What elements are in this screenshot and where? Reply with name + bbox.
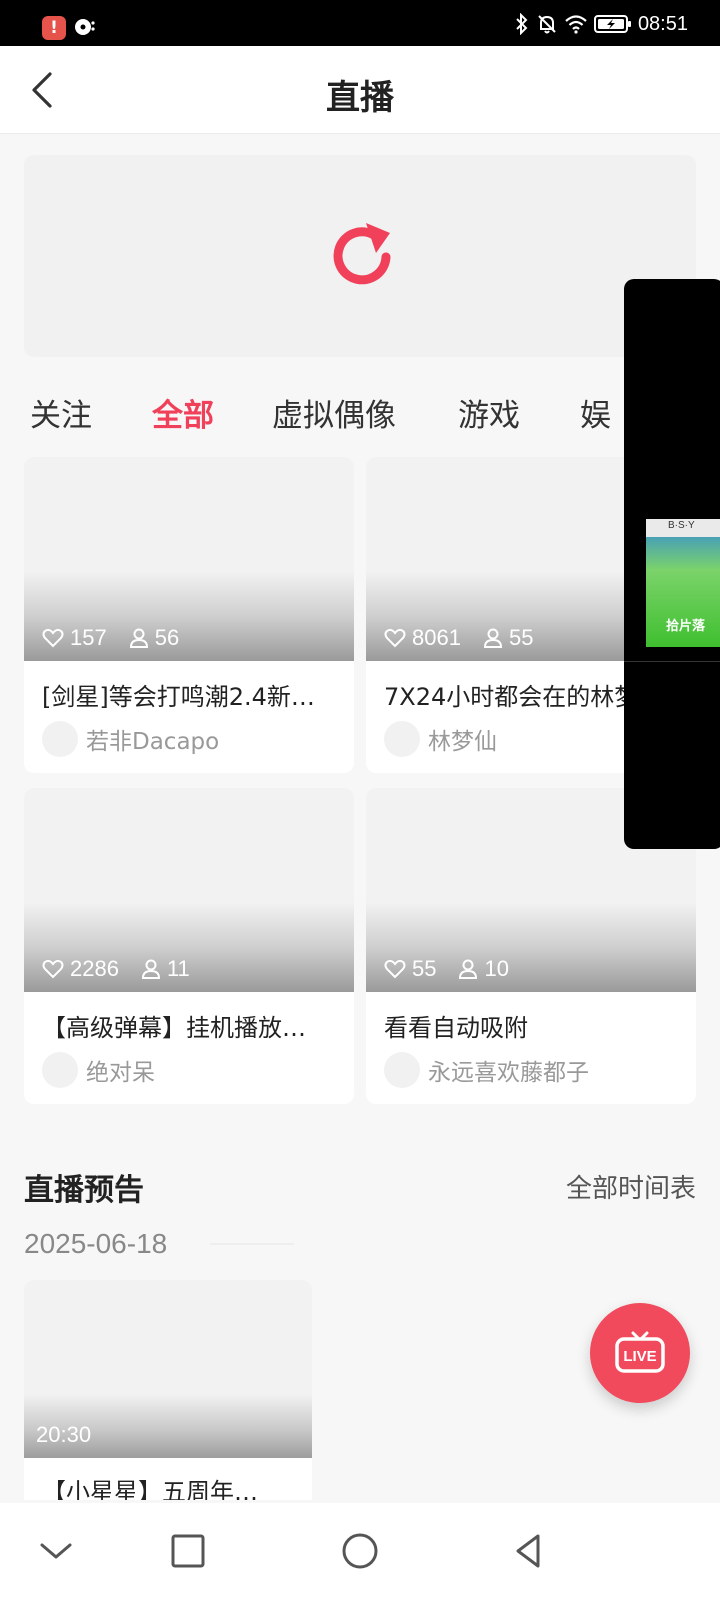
tab-all[interactable]: 全部 (152, 390, 214, 435)
card-thumbnail: 2286 11 (24, 788, 354, 992)
author-name: 若非Dacapo (86, 729, 220, 755)
card-author: 永远喜欢藤都子 (384, 1052, 589, 1088)
battery-charging-icon (593, 15, 631, 33)
heart-icon (42, 959, 64, 979)
user-icon (129, 628, 148, 648)
like-count: 55 (412, 956, 437, 981)
card-author: 绝对呆 (42, 1052, 155, 1088)
schedule-card-title: 【小星星】五周年… (42, 1478, 258, 1500)
card-title: [剑星]等会打鸣潮2.4新… (42, 683, 315, 711)
music-disc-icon (75, 19, 95, 35)
viewer-count: 10 (484, 956, 509, 981)
player-divider (624, 661, 720, 662)
like-count: 157 (70, 625, 107, 650)
status-right-group: 08:51 (514, 12, 688, 36)
system-nav-bar (0, 1503, 720, 1600)
refresh-icon[interactable] (324, 217, 402, 295)
bluetooth-icon (516, 13, 528, 35)
schedule-date: 2025-06-18 (24, 1228, 168, 1259)
avatar (42, 1052, 78, 1088)
status-bar: ! 08:51 (0, 0, 720, 46)
card-author: 若非Dacapo (42, 721, 219, 757)
heart-icon (42, 628, 64, 648)
tab-virtual-idol[interactable]: 虚拟偶像 (272, 390, 396, 435)
chevron-down-icon[interactable] (34, 1529, 78, 1573)
card-stats: 2286 11 (42, 956, 212, 982)
circle-icon[interactable] (338, 1529, 382, 1573)
author-name: 永远喜欢藤都子 (428, 1060, 589, 1086)
card-title: 【高级弹幕】挂机播放… (42, 1014, 306, 1042)
author-name: 林梦仙 (428, 729, 497, 755)
floating-video-player[interactable]: B·S·Y 拾片落 (624, 279, 720, 849)
alert-icon: ! (42, 16, 66, 40)
full-schedule-link[interactable]: 全部时间表 (566, 1168, 696, 1205)
player-video-caption: 拾片落 (666, 619, 706, 634)
viewer-count: 55 (508, 625, 534, 650)
clock: 08:51 (637, 12, 688, 35)
banner-placeholder (24, 155, 696, 357)
bell-off-icon (538, 15, 556, 34)
tab-entertainment[interactable]: 娱 (580, 390, 611, 435)
card-stats: 55 10 (384, 956, 531, 982)
date-divider (210, 1243, 294, 1245)
square-icon[interactable] (166, 1529, 210, 1573)
schedule-time: 20:30 (36, 1422, 92, 1447)
live-card[interactable]: 2286 11 【高级弹幕】挂机播放… 绝对呆 (24, 788, 354, 1104)
avatar (42, 721, 78, 757)
schedule-title: 直播预告 (24, 1173, 144, 1208)
app-header: 直播 (0, 46, 720, 134)
user-icon (483, 628, 502, 648)
heart-icon (384, 959, 406, 979)
live-label: LIVE (623, 1348, 656, 1365)
page-title: 直播 (326, 78, 394, 118)
avatar (384, 721, 420, 757)
player-video-frame: B·S·Y 拾片落 (646, 519, 720, 647)
schedule-card[interactable]: 20:30 【小星星】五周年… (24, 1280, 312, 1500)
like-count: 2286 (70, 956, 119, 981)
card-stats: 8061 55 (384, 625, 555, 651)
heart-icon (384, 628, 406, 648)
card-title: 看看自动吸附 (384, 1014, 528, 1042)
user-icon (141, 959, 160, 979)
live-button[interactable]: LIVE (590, 1303, 690, 1403)
triangle-back-icon[interactable] (508, 1529, 552, 1573)
card-author: 林梦仙 (384, 721, 497, 757)
user-icon (459, 959, 478, 979)
like-count: 8061 (412, 625, 461, 650)
avatar (384, 1052, 420, 1088)
schedule-thumbnail: 20:30 (24, 1280, 312, 1458)
author-name: 绝对呆 (86, 1060, 155, 1086)
live-card[interactable]: 157 56 [剑星]等会打鸣潮2.4新… 若非Dacapo (24, 457, 354, 773)
wifi-icon (565, 15, 587, 34)
player-video-topbar: B·S·Y (646, 519, 720, 537)
card-thumbnail: 157 56 (24, 457, 354, 661)
tab-games[interactable]: 游戏 (458, 390, 520, 435)
card-stats: 157 56 (42, 625, 201, 651)
viewer-count: 56 (154, 625, 180, 650)
live-tv-icon: LIVE (615, 1331, 665, 1373)
tab-following[interactable]: 关注 (30, 390, 92, 435)
category-tabs: 关注 全部 虚拟偶像 游戏 娱 (0, 390, 640, 446)
viewer-count: 11 (166, 956, 190, 981)
